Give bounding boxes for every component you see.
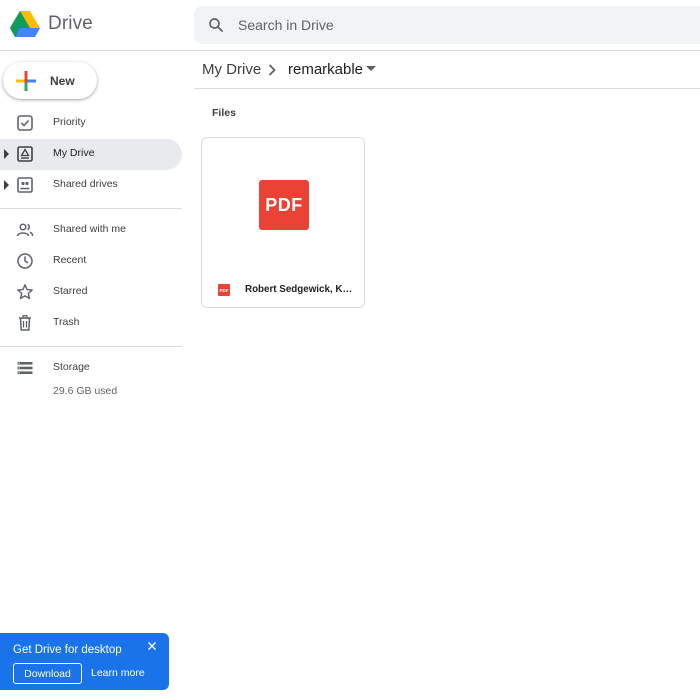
search-input[interactable] xyxy=(238,7,638,43)
learn-more-link[interactable]: Learn more xyxy=(91,667,145,679)
my-drive-icon xyxy=(17,146,33,162)
app-name: Drive xyxy=(48,13,93,34)
files-section-label: Files xyxy=(212,107,236,119)
expand-caret-icon[interactable] xyxy=(4,180,10,190)
shared-drives-icon xyxy=(17,177,33,193)
sidebar-item-recent[interactable]: Recent xyxy=(0,246,182,277)
sidebar-item-starred[interactable]: Starred xyxy=(0,277,182,308)
main-content: My Drive remarkable Files PDF PDF Robert… xyxy=(194,51,700,700)
drive-logo-icon xyxy=(10,11,40,37)
desktop-promo-banner: Get Drive for desktop Download Learn mor… xyxy=(0,633,169,690)
close-icon[interactable] xyxy=(147,641,157,651)
download-button[interactable]: Download xyxy=(13,663,82,684)
file-name: Robert Sedgewick, Kevin Wayne - Algorith… xyxy=(245,284,357,295)
priority-icon xyxy=(17,115,33,131)
pdf-thumbnail-label: PDF xyxy=(265,194,303,215)
drive-app: Drive New xyxy=(0,0,700,700)
trash-icon xyxy=(19,315,31,331)
sidebar-item-label: Priority xyxy=(53,116,86,128)
pdf-file-icon: PDF xyxy=(218,284,230,296)
drive-logo[interactable]: Drive xyxy=(10,10,93,38)
plus-icon xyxy=(16,70,36,91)
chevron-down-icon[interactable] xyxy=(366,66,376,72)
sidebar-item-label: Starred xyxy=(53,285,88,297)
sidebar-item-label: Storage xyxy=(53,361,90,373)
sidebar-item-label: Shared drives xyxy=(53,178,118,190)
sidebar-divider xyxy=(0,346,182,347)
sidebar-item-storage[interactable]: Storage xyxy=(0,353,182,384)
breadcrumb-my-drive[interactable]: My Drive xyxy=(202,61,261,78)
file-card-footer: PDF Robert Sedgewick, Kevin Wayne - Algo… xyxy=(202,276,364,304)
people-icon xyxy=(16,223,34,237)
star-icon xyxy=(17,284,33,300)
pdf-mini-label: PDF xyxy=(219,287,229,293)
pdf-thumbnail-icon: PDF xyxy=(259,180,309,230)
clock-icon xyxy=(17,253,33,269)
search-bar[interactable] xyxy=(194,6,700,44)
sidebar-item-label: Recent xyxy=(53,254,87,266)
new-button-label: New xyxy=(50,73,75,88)
storage-icon xyxy=(17,362,33,374)
chevron-right-icon xyxy=(268,64,276,76)
sidebar-item-shared-drives[interactable]: Shared drives xyxy=(0,170,182,201)
storage-used-text: 29.6 GB used xyxy=(53,385,118,397)
top-bar: Drive xyxy=(0,0,700,51)
new-button[interactable]: New xyxy=(3,62,97,99)
breadcrumb: My Drive remarkable xyxy=(194,51,700,89)
sidebar-item-priority[interactable]: Priority xyxy=(0,108,182,139)
sidebar-item-my-drive[interactable]: My Drive xyxy=(0,139,182,170)
file-card[interactable]: PDF PDF Robert Sedgewick, Kevin Wayne - … xyxy=(201,137,365,308)
sidebar-item-shared-with-me[interactable]: Shared with me xyxy=(0,215,182,246)
promo-title: Get Drive for desktop xyxy=(13,644,122,656)
sidebar-divider xyxy=(0,208,182,209)
breadcrumb-current-folder[interactable]: remarkable xyxy=(288,61,363,78)
sidebar-item-trash[interactable]: Trash xyxy=(0,308,182,339)
sidebar-item-label: Shared with me xyxy=(53,223,126,235)
sidebar-item-label: Trash xyxy=(53,316,80,328)
search-icon[interactable] xyxy=(194,6,238,44)
sidebar-item-label: My Drive xyxy=(53,147,95,159)
sidebar: New Priority My Drive Shared drives Shar… xyxy=(0,51,184,700)
expand-caret-icon[interactable] xyxy=(4,149,10,159)
